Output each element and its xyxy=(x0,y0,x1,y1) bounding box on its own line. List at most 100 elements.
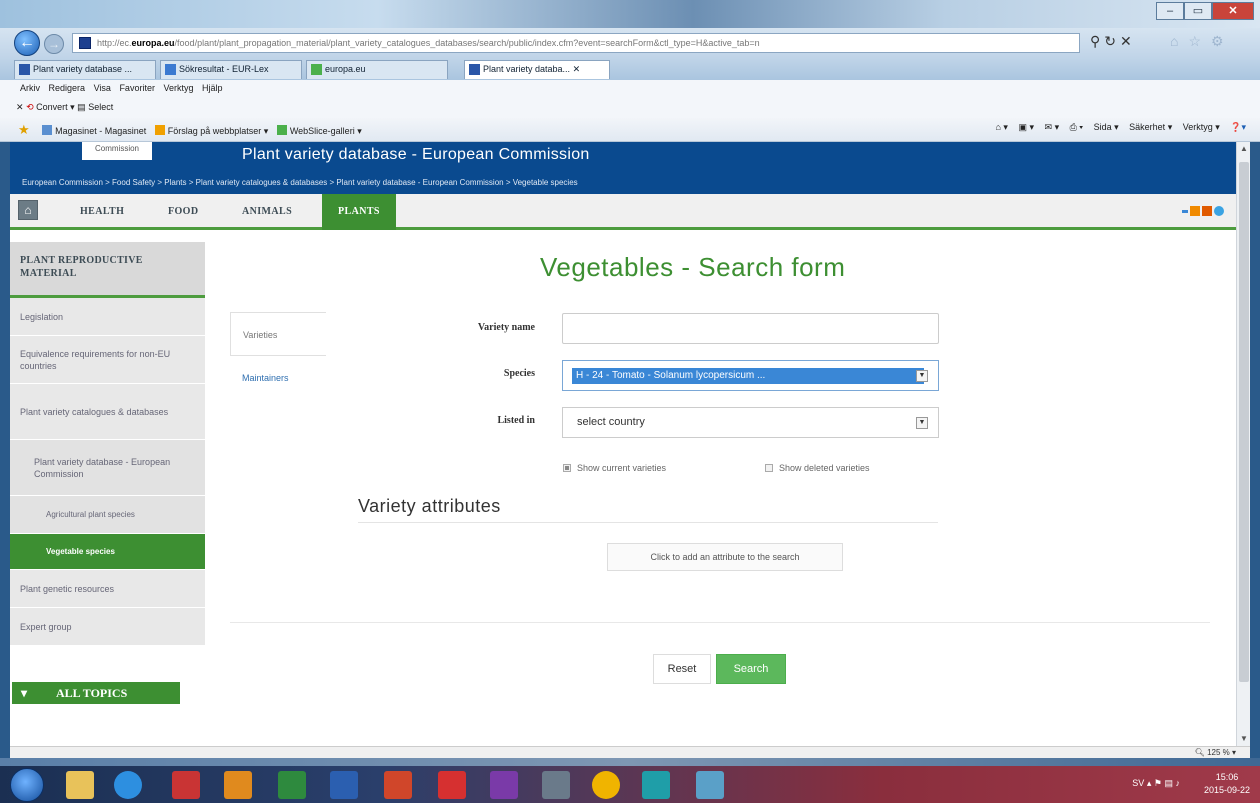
add-attribute-button[interactable]: Click to add an attribute to the search xyxy=(607,543,843,571)
menu-redigera[interactable]: Redigera xyxy=(49,83,86,93)
lync-icon[interactable] xyxy=(642,771,670,799)
outlook-icon[interactable] xyxy=(224,771,252,799)
rss-icon[interactable] xyxy=(1190,206,1200,216)
vertical-scrollbar[interactable]: ▲ ▼ xyxy=(1236,142,1250,746)
ec-logo[interactable]: Commission xyxy=(82,142,152,160)
search-icon[interactable]: ⚲ xyxy=(1090,33,1104,49)
variety-name-input[interactable] xyxy=(562,313,939,344)
flag-icon[interactable]: ⚑ xyxy=(1154,778,1162,788)
fav-suggested[interactable]: Förslag på webbplatser xyxy=(168,126,262,136)
gear-icon[interactable]: ⚙ xyxy=(1211,33,1234,49)
scroll-up-icon[interactable]: ▲ xyxy=(1239,144,1249,154)
stop-icon[interactable]: ✕ xyxy=(1120,33,1136,49)
home-cmd-icon[interactable]: ⌂ ▾ xyxy=(996,122,1008,132)
search-app-icon[interactable] xyxy=(542,771,570,799)
twitter-icon[interactable] xyxy=(1214,206,1224,216)
mail-icon[interactable]: ✉ ▾ xyxy=(1045,122,1060,132)
all-topics-button[interactable]: ▾ ALL TOPICS xyxy=(12,682,180,704)
maximize-button[interactable]: ▭ xyxy=(1184,2,1212,20)
share-icon[interactable] xyxy=(1202,206,1212,216)
tab-plant-variety-1[interactable]: Plant variety database ... xyxy=(14,60,156,79)
close-button[interactable]: ✕ xyxy=(1212,2,1254,20)
breadcrumb[interactable]: European Commission > Food Safety > Plan… xyxy=(22,178,578,187)
close-toolbar-icon[interactable]: ✕ xyxy=(16,102,24,112)
tab-plant-variety-active[interactable]: Plant variety databa... ✕ xyxy=(464,60,610,79)
tab-europa[interactable]: europa.eu xyxy=(306,60,448,79)
show-current-checkbox[interactable]: Show current varieties xyxy=(563,463,666,473)
help-icon[interactable]: ❓▾ xyxy=(1230,122,1246,132)
excel-icon[interactable] xyxy=(278,771,306,799)
cmd-verktyg[interactable]: Verktyg xyxy=(1183,122,1213,132)
print-icon[interactable]: ⎙ ▾ xyxy=(1070,122,1083,132)
internet-explorer-icon[interactable] xyxy=(114,771,142,799)
sidebar-item-expert-group[interactable]: Expert group xyxy=(10,608,205,646)
app-icon[interactable] xyxy=(696,771,724,799)
reset-button[interactable]: Reset xyxy=(653,654,711,684)
sidebar-item-pvd-ec[interactable]: Plant variety database - European Commis… xyxy=(10,440,205,496)
checkbox-unchecked[interactable] xyxy=(765,464,773,472)
clock[interactable]: 15:06 2015-09-22 xyxy=(1204,771,1250,797)
sidebar-item-legislation[interactable]: Legislation xyxy=(10,298,205,336)
nav-food[interactable]: FOOD xyxy=(168,194,199,230)
home-icon[interactable]: ⌂ xyxy=(18,200,38,220)
acrobat-icon[interactable] xyxy=(438,771,466,799)
sidebar-item-agricultural[interactable]: Agricultural plant species xyxy=(10,496,205,534)
tab-eurlex[interactable]: Sökresultat - EUR-Lex xyxy=(160,60,302,79)
checkbox-checked[interactable] xyxy=(563,464,571,472)
sidebar-item-equivalence[interactable]: Equivalence requirements for non-EU coun… xyxy=(10,336,205,384)
menu-verktyg[interactable]: Verktyg xyxy=(163,83,193,93)
menu-arkiv[interactable]: Arkiv xyxy=(20,83,40,93)
refresh-icon[interactable]: ↻ xyxy=(1104,33,1120,49)
tab-close-icon[interactable]: ✕ xyxy=(573,64,581,74)
country-select[interactable]: select country ▼ xyxy=(562,407,939,438)
back-button[interactable]: ← xyxy=(14,30,40,56)
language-indicator[interactable]: SV xyxy=(1132,778,1144,788)
powerpoint-icon[interactable] xyxy=(384,771,412,799)
fav-webslice[interactable]: WebSlice-galleri xyxy=(290,126,355,136)
favorites-star-icon[interactable]: ★ xyxy=(18,122,30,137)
address-bar[interactable]: http://ec.europa.eu/food/plant/plant_pro… xyxy=(72,33,1080,53)
word-icon[interactable] xyxy=(330,771,358,799)
chevron-down-icon[interactable]: ▼ xyxy=(916,370,928,382)
nav-health[interactable]: HEALTH xyxy=(80,194,124,230)
sidebar-item-genetic-resources[interactable]: Plant genetic resources xyxy=(10,570,205,608)
explorer-icon[interactable] xyxy=(66,771,94,799)
address-tools[interactable]: ⚲↻✕ xyxy=(1090,33,1136,50)
chrome-icon[interactable] xyxy=(592,771,620,799)
search-button[interactable]: Search xyxy=(716,654,786,684)
network-icon[interactable]: ▤ xyxy=(1164,778,1173,788)
favorites-star-icon[interactable]: ☆ xyxy=(1188,33,1211,49)
sidebar-heading[interactable]: PLANT REPRODUCTIVE MATERIAL xyxy=(10,242,205,298)
text-size-icon[interactable] xyxy=(1182,209,1188,213)
start-button[interactable] xyxy=(10,768,44,802)
fav-magasinet[interactable]: Magasinet - Magasinet xyxy=(55,126,146,136)
cmd-sakerhet[interactable]: Säkerhet xyxy=(1129,122,1165,132)
menu-hjalp[interactable]: Hjälp xyxy=(202,83,223,93)
forward-button[interactable]: → xyxy=(44,34,64,54)
menu-visa[interactable]: Visa xyxy=(94,83,111,93)
sidebar-item-catalogues[interactable]: Plant variety catalogues & databases xyxy=(10,384,205,440)
nav-plants[interactable]: PLANTS xyxy=(322,194,396,230)
convert-button[interactable]: Convert xyxy=(36,102,68,112)
tray-up-icon[interactable]: ▴ xyxy=(1147,778,1152,788)
select-button[interactable]: Select xyxy=(88,102,113,112)
scroll-down-icon[interactable]: ▼ xyxy=(1239,734,1249,744)
feeds-icon[interactable]: ▣ ▾ xyxy=(1018,122,1034,132)
home-icon[interactable]: ⌂ xyxy=(1170,33,1188,49)
tab-maintainers[interactable]: Maintainers xyxy=(230,356,326,400)
show-deleted-checkbox[interactable]: Show deleted varieties xyxy=(765,463,870,473)
media-player-icon[interactable] xyxy=(172,771,200,799)
zoom-level: 125 % xyxy=(1207,748,1230,757)
scrollbar-thumb[interactable] xyxy=(1239,162,1249,682)
chevron-down-icon[interactable]: ▼ xyxy=(916,417,928,429)
volume-icon[interactable]: ♪ xyxy=(1176,778,1181,788)
tab-varieties[interactable]: Varieties xyxy=(230,312,326,356)
cmd-sida[interactable]: Sida xyxy=(1094,122,1112,132)
menu-favoriter[interactable]: Favoriter xyxy=(119,83,155,93)
sidebar-item-vegetable[interactable]: Vegetable species xyxy=(10,534,205,570)
minimize-button[interactable]: – xyxy=(1156,2,1184,20)
onenote-icon[interactable] xyxy=(490,771,518,799)
nav-animals[interactable]: ANIMALS xyxy=(242,194,292,230)
zoom-icon: 🔍︎ xyxy=(1194,748,1205,757)
species-select[interactable]: H - 24 - Tomato - Solanum lycopersicum .… xyxy=(562,360,939,391)
